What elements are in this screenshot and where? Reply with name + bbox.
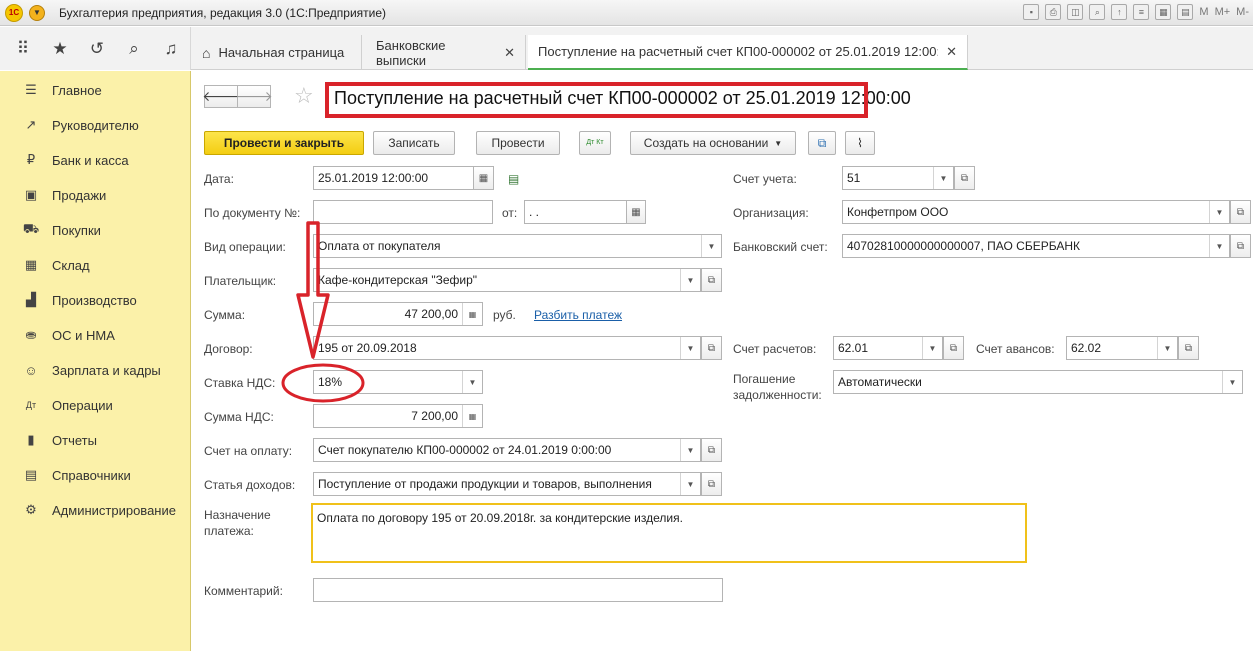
titlebar-tools: ▪ ⎙ ◫ ⌕ ↑ ≡ ▦ ▤ M M+ M- (1023, 4, 1249, 20)
memory-minus-button[interactable]: M- (1236, 6, 1249, 18)
sidebar-item-operations[interactable]: Дт Операции (0, 388, 190, 422)
sidebar-item-label: Банк и касса (52, 152, 129, 168)
close-icon[interactable]: ✕ (504, 45, 515, 61)
tab-bank-statements[interactable]: Банковские выписки ✕ (366, 35, 526, 70)
document-form: 🡐 🡒 ☆ Поступление на расчетный счет КП00… (192, 71, 1253, 651)
debit-credit-icon: Дт (25, 400, 37, 410)
sidebar-item-label: ОС и НМА (52, 327, 115, 343)
book-icon: ▤ (24, 467, 38, 482)
sidebar-item-label: Операции (52, 397, 113, 413)
warehouse-icon: ▦ (24, 257, 38, 272)
print-icon[interactable]: ⎙ (1045, 4, 1062, 20)
window-title: Бухгалтерия предприятия, редакция 3.0 (1… (59, 5, 387, 20)
sidebar-item-label: Покупки (52, 222, 101, 238)
upload-icon[interactable]: ↑ (1111, 4, 1128, 20)
save-icon[interactable]: ▪ (1023, 4, 1040, 20)
sidebar-item-references[interactable]: ▤ Справочники (0, 458, 190, 492)
sidebar-item-label: Главное (52, 82, 102, 98)
assets-icon: ⛂ (25, 327, 37, 342)
people-icon: ☺ (24, 362, 38, 378)
tab-label: Начальная страница (218, 45, 345, 60)
chart-icon: ▮ (27, 432, 35, 447)
sidebar-item-label: Отчеты (52, 432, 97, 448)
sidebar-item-warehouse[interactable]: ▦ Склад (0, 248, 190, 282)
cart-icon: ⛟ (22, 221, 40, 236)
sidebar-item-production[interactable]: ▟ Производство (0, 283, 190, 317)
ruble-icon: ₽ (26, 152, 36, 167)
list-icon[interactable]: ≡ (1133, 4, 1150, 20)
annotation-overlay (281, 221, 365, 403)
history-icon[interactable]: ↺ (88, 39, 106, 59)
sidebar-item-bank[interactable]: ₽ Банк и касса (0, 143, 190, 177)
sidebar-item-admin[interactable]: ⚙ Администрирование (0, 493, 190, 527)
sidebar-item-payroll[interactable]: ☺ Зарплата и кадры (0, 353, 190, 387)
sidebar-item-purchases[interactable]: ⛟ Покупки (0, 213, 190, 247)
calculator-icon[interactable]: ▦ (1155, 4, 1172, 20)
sidebar-item-sales[interactable]: ▣ Продажи (0, 178, 190, 212)
sidebar-item-label: Склад (52, 257, 90, 273)
find-icon[interactable]: ⌕ (1089, 4, 1106, 20)
app-logo-icon: 1С (5, 3, 23, 22)
apps-grid-icon[interactable]: ⠿ (14, 39, 32, 59)
calendar-icon[interactable]: ▤ (1177, 4, 1194, 20)
sidebar-item-assets[interactable]: ⛂ ОС и НМА (0, 318, 190, 352)
sidebar-item-label: Справочники (52, 467, 131, 483)
annotation-ellipse (281, 363, 365, 403)
sidebar-item-main[interactable]: ☰ Главное (0, 73, 190, 107)
close-icon[interactable]: ✕ (946, 44, 957, 60)
sidebar-item-label: Руководителю (52, 117, 139, 133)
home-icon: ⌂ (202, 44, 211, 61)
preview-icon[interactable]: ◫ (1067, 4, 1084, 20)
tab-label: Банковские выписки (376, 37, 446, 68)
favorites-star-icon[interactable]: ★ (51, 39, 69, 59)
sidebar: ☰ Главное ↗ Руководителю ₽ Банк и касса ▣ Пр… (0, 71, 191, 651)
sidebar-item-label: Зарплата и кадры (52, 362, 161, 378)
bag-icon: ▣ (24, 187, 38, 202)
tab-home[interactable]: ⌂ Начальная страница (192, 35, 362, 70)
gear-icon: ⚙ (25, 502, 37, 517)
memory-plus-button[interactable]: M+ (1215, 6, 1231, 18)
search-icon[interactable]: ⌕ (125, 39, 143, 59)
annotation-arrow (296, 221, 330, 359)
notifications-bell-icon[interactable]: ♫ (162, 39, 180, 59)
tabs-bar: ⠿ ★ ↺ ⌕ ♫ ⌂ Начальная страница Банковски… (0, 27, 1253, 70)
sidebar-item-reports[interactable]: ▮ Отчеты (0, 423, 190, 457)
memory-button[interactable]: M (1199, 6, 1208, 18)
sidebar-item-manager[interactable]: ↗ Руководителю (0, 108, 190, 142)
trend-icon: ↗ (25, 117, 37, 132)
tab-document[interactable]: Поступление на расчетный счет КП00-00000… (528, 35, 968, 70)
menu-icon: ☰ (25, 82, 37, 97)
sidebar-item-label: Производство (52, 292, 137, 308)
quick-panel: ⠿ ★ ↺ ⌕ ♫ (0, 27, 191, 70)
main-menu-button[interactable]: ▼ (29, 4, 45, 21)
tab-label: Поступление на расчетный счет КП00-00000… (538, 44, 939, 59)
window-titlebar: 1С ▼ Бухгалтерия предприятия, редакция 3… (0, 0, 1253, 26)
factory-icon: ▟ (26, 292, 36, 307)
sidebar-item-label: Администрирование (52, 502, 176, 518)
sidebar-item-label: Продажи (52, 187, 107, 203)
